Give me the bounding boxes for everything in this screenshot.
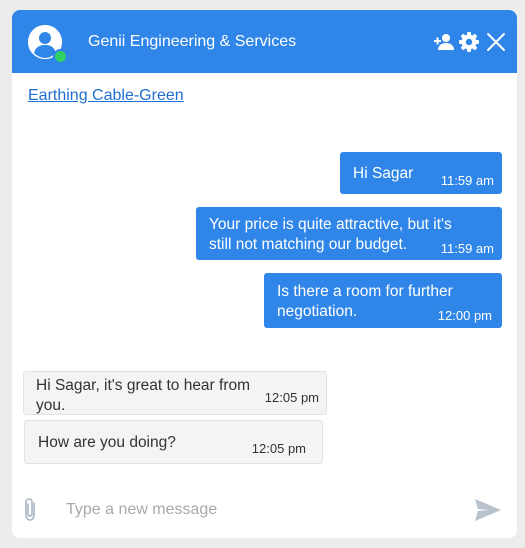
message-bubble-sent: Your price is quite attractive, but it's… (196, 207, 502, 260)
message-bubble-sent: Hi Sagar 11:59 am (340, 152, 502, 194)
message-time: 12:05 pm (264, 390, 319, 405)
chat-header: Genii Engineering & Services (12, 10, 517, 73)
message-input[interactable] (64, 496, 448, 524)
message-bubble-received: Hi Sagar, it's great to hear from you. 1… (23, 371, 327, 415)
message-bubble-sent: Is there a room for further negotiation.… (264, 273, 502, 328)
message-bubble-received: How are you doing? 12:05 pm (24, 420, 323, 464)
chat-title: Genii Engineering & Services (88, 33, 297, 50)
add-user-icon[interactable] (433, 31, 455, 53)
message-composer (12, 480, 517, 538)
send-icon[interactable] (473, 497, 503, 523)
online-status-dot (53, 49, 68, 64)
gear-icon[interactable] (458, 31, 480, 53)
message-time: 12:00 pm (437, 308, 492, 323)
avatar (28, 25, 68, 64)
message-time: 11:59 am (440, 173, 494, 188)
chat-window: Genii Engineering & Services Earthing Ca… (12, 10, 517, 538)
product-link[interactable]: Earthing Cable-Green (28, 86, 184, 106)
message-time: 12:05 pm (251, 441, 306, 456)
attachment-icon[interactable] (20, 497, 42, 523)
close-icon[interactable] (485, 31, 507, 53)
message-time: 11:59 am (440, 241, 494, 256)
